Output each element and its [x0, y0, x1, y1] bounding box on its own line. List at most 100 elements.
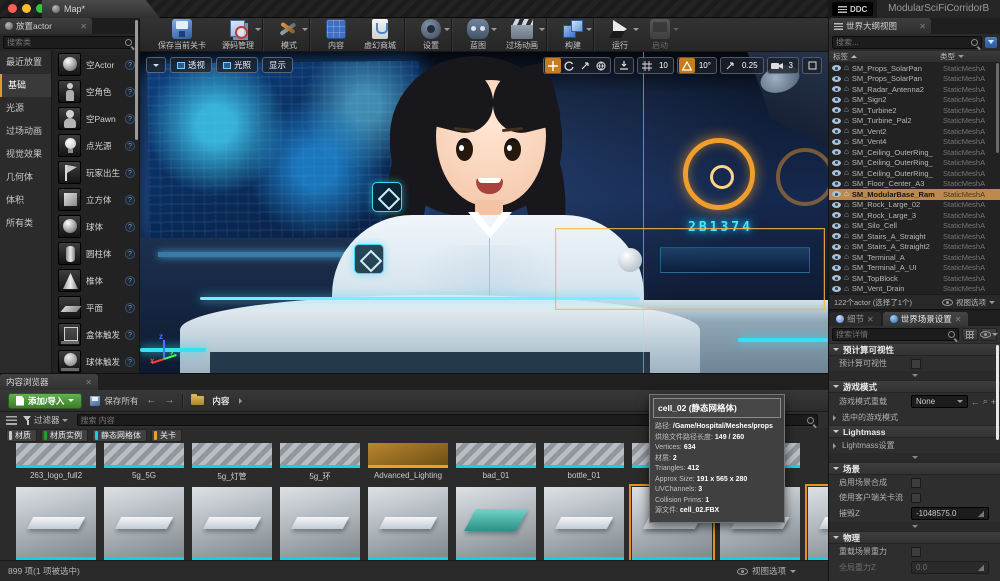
gamemode-override-dropdown[interactable]: None: [911, 395, 968, 408]
placeable-actor-item[interactable]: 球体: [52, 213, 139, 240]
outliner-row[interactable]: SM_Turbine2 StaticMeshA: [829, 105, 1000, 116]
outliner-row[interactable]: SM_Silo_Cell StaticMeshA: [829, 221, 1000, 232]
show-button[interactable]: 显示: [262, 57, 293, 73]
asset-tile[interactable]: Advanced_Lighting: [368, 443, 448, 482]
scale-tool-button[interactable]: [577, 58, 593, 73]
help-icon[interactable]: [125, 222, 135, 232]
toolbar-button[interactable]: 设置: [411, 18, 452, 52]
category-item[interactable]: 几何体: [0, 166, 51, 189]
view-options-button[interactable]: 视图选项: [737, 565, 796, 577]
close-tab-icon[interactable]: [80, 22, 87, 31]
asset-tile[interactable]: [808, 487, 828, 560]
section-physics[interactable]: 物理: [829, 531, 1000, 544]
actor-sprite-icon[interactable]: [372, 182, 402, 212]
close-tab-icon[interactable]: [85, 378, 92, 387]
placeable-actor-item[interactable]: 空Pawn: [52, 105, 139, 132]
section-expander[interactable]: [829, 371, 1000, 380]
help-icon[interactable]: [125, 276, 135, 286]
outliner-row[interactable]: SM_Radar_Antenna2 StaticMeshA: [829, 84, 1000, 95]
client-streaming-checkbox[interactable]: [911, 493, 921, 503]
details-search-input[interactable]: [836, 330, 948, 339]
dropdown-arrow-icon[interactable]: [673, 28, 679, 34]
toolbar-button[interactable]: 启动: [640, 18, 680, 52]
viewport-options-button[interactable]: [146, 57, 166, 73]
visibility-eye-icon[interactable]: [832, 286, 841, 292]
level-tab[interactable]: Map*: [42, 0, 160, 18]
help-icon[interactable]: [125, 141, 135, 151]
toolbar-button[interactable]: 模式: [269, 18, 310, 52]
place-actors-scrollbar[interactable]: [135, 20, 138, 140]
category-item[interactable]: 光源: [0, 97, 51, 120]
details-scrollbar[interactable]: [996, 345, 999, 440]
outliner-row[interactable]: SM_Terminal_A StaticMeshA: [829, 252, 1000, 263]
actor-sprite-icon[interactable]: [354, 244, 384, 274]
toolbar-button[interactable]: 保存当前关卡: [150, 18, 214, 52]
dropdown-arrow-icon[interactable]: [586, 28, 592, 34]
outliner-row[interactable]: SM_Terminal_A_UI StaticMeshA: [829, 263, 1000, 274]
save-all-button[interactable]: 保存所有: [90, 395, 138, 407]
asset-tile[interactable]: [456, 487, 536, 560]
outliner-row[interactable]: SM_Vent2 StaticMeshA: [829, 126, 1000, 137]
camera-speed-value[interactable]: 3: [785, 61, 797, 70]
precomputed-visibility-checkbox[interactable]: [911, 359, 921, 369]
outliner-row[interactable]: SM_ModularBase_Ram StaticMeshA: [829, 189, 1000, 200]
outliner-row[interactable]: SM_TopBlock StaticMeshA: [829, 273, 1000, 284]
visibility-eye-icon[interactable]: [832, 233, 841, 239]
visibility-eye-icon[interactable]: [832, 265, 841, 271]
asset-tile[interactable]: [192, 487, 272, 560]
outliner-row[interactable]: SM_Floor_Center_A3 StaticMeshA: [829, 179, 1000, 190]
outliner-search-box[interactable]: [832, 36, 982, 49]
dropdown-arrow-icon[interactable]: [491, 28, 497, 34]
category-item[interactable]: 体积: [0, 189, 51, 212]
filters-button[interactable]: 过滤器: [23, 414, 68, 426]
section-game-mode[interactable]: 游戏模式: [829, 380, 1000, 393]
filter-chip[interactable]: 材质实例: [41, 429, 88, 442]
category-item[interactable]: 基础: [0, 74, 51, 97]
outliner-row[interactable]: SM_Turbine_Pal2 StaticMeshA: [829, 116, 1000, 127]
sources-panel-icon[interactable]: [6, 416, 17, 425]
outliner-row[interactable]: SM_Vent4 StaticMeshA: [829, 137, 1000, 148]
category-item[interactable]: 最近放置: [0, 51, 51, 74]
details-search-box[interactable]: [832, 328, 959, 341]
section-expander[interactable]: [829, 522, 1000, 531]
visibility-eye-icon[interactable]: [832, 254, 841, 260]
breadcrumb-arrow-icon[interactable]: [239, 398, 245, 404]
place-actors-tab[interactable]: 放置actor: [0, 18, 92, 34]
dropdown-arrow-icon[interactable]: [958, 55, 964, 61]
visibility-eye-icon[interactable]: [832, 139, 841, 145]
ddc-button[interactable]: DDC: [832, 2, 873, 16]
level-viewport[interactable]: 2B1374 x y z 透视 光照 显示: [140, 52, 828, 373]
help-icon[interactable]: [125, 168, 135, 178]
category-item[interactable]: 所有类: [0, 212, 51, 235]
selected-gamemode-category[interactable]: 选中的游戏模式: [829, 410, 1000, 425]
help-icon[interactable]: [125, 60, 135, 70]
outliner-row[interactable]: SM_Ceiling_OuterRing_ StaticMeshA: [829, 158, 1000, 169]
outliner-row[interactable]: SM_Ceiling_OuterRing_ StaticMeshA: [829, 147, 1000, 158]
placeable-actor-item[interactable]: 圆柱体: [52, 240, 139, 267]
outliner-view-options-button[interactable]: 视图选项: [942, 297, 995, 308]
perspective-button[interactable]: 透视: [170, 57, 212, 73]
view-mode-button[interactable]: 光照: [216, 57, 258, 73]
asset-tile[interactable]: 5g_灯管: [192, 443, 272, 482]
dropdown-arrow-icon[interactable]: [302, 28, 308, 34]
toolbar-button[interactable]: 构建: [553, 18, 594, 52]
toolbar-button[interactable]: 运行: [600, 18, 640, 52]
asset-tile[interactable]: bad_01: [456, 443, 536, 482]
visibility-eye-icon[interactable]: [832, 76, 841, 82]
class-search-input[interactable]: [7, 38, 125, 47]
section-lightmass[interactable]: Lightmass: [829, 425, 1000, 438]
add-import-button[interactable]: 添加/导入: [8, 393, 82, 409]
angle-snap-value[interactable]: 10°: [695, 61, 715, 70]
asset-tile[interactable]: 5g_环: [280, 443, 360, 482]
toolbar-button[interactable]: 蓝图: [458, 18, 498, 52]
label-column-header[interactable]: 标签: [833, 51, 848, 62]
outliner-row[interactable]: SM_Ceiling_OuterRing_ StaticMeshA: [829, 168, 1000, 179]
asset-tile[interactable]: [280, 487, 360, 560]
outliner-row[interactable]: SM_Rock_Large_3 StaticMeshA: [829, 210, 1000, 221]
visibility-eye-icon[interactable]: [832, 212, 841, 218]
asset-tile[interactable]: [104, 487, 184, 560]
visibility-eye-icon[interactable]: [832, 244, 841, 250]
toolbar-button[interactable]: 源码管理: [214, 18, 263, 52]
minimize-window-button[interactable]: [22, 4, 31, 13]
category-item[interactable]: 视觉效果: [0, 143, 51, 166]
